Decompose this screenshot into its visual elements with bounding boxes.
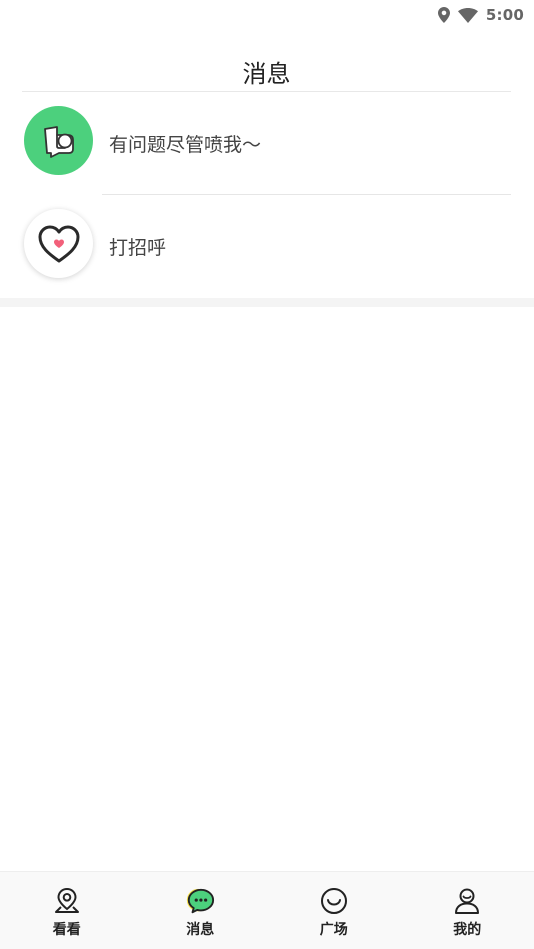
tab-label: 看看: [52, 922, 81, 938]
status-bar: 5:00: [0, 0, 534, 30]
page-title: 消息: [242, 60, 291, 88]
tab-kankan[interactable]: 看看: [0, 872, 134, 949]
tab-me[interactable]: 我的: [401, 872, 534, 949]
smile-icon: [320, 888, 347, 914]
page-header: 消息: [22, 52, 511, 92]
avatar: [24, 106, 93, 175]
avatar: [24, 209, 93, 278]
conversation-label: 有问题尽管喷我～: [109, 134, 262, 156]
tab-label: 消息: [186, 922, 215, 938]
tab-label: 广场: [319, 922, 348, 938]
tab-messages[interactable]: 消息: [134, 872, 268, 949]
tab-label: 我的: [453, 922, 482, 938]
location-icon: [437, 7, 450, 23]
wifi-icon: [457, 7, 478, 23]
bottom-tab-bar: 看看 消息 广场 我的: [0, 871, 534, 949]
messages-screen: 5:00 消息 有问题尽管喷我～ 打招呼 看看 消息 广场 我的: [0, 0, 534, 949]
map-pin-icon: [54, 887, 79, 913]
section-divider: [0, 298, 534, 307]
tab-plaza[interactable]: 广场: [267, 872, 401, 949]
chat-bubble-icon: [187, 888, 215, 914]
conversation-item-feedback[interactable]: 有问题尽管喷我～: [0, 92, 534, 195]
feedback-icon: [43, 125, 74, 158]
heart-icon: [38, 225, 79, 262]
conversation-label: 打招呼: [109, 237, 167, 259]
status-time: 5:00: [485, 6, 524, 24]
conversation-item-greeting[interactable]: 打招呼: [0, 195, 534, 298]
profile-icon: [455, 888, 480, 914]
conversation-list: 有问题尽管喷我～ 打招呼: [0, 92, 534, 298]
